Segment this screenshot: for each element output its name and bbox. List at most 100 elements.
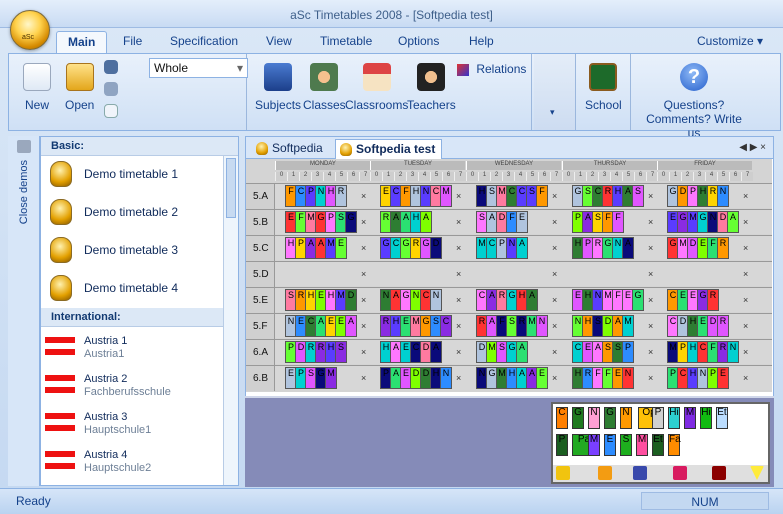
palette-card[interactable]: N: [588, 407, 600, 429]
lesson-card[interactable]: F: [612, 211, 624, 233]
tab-softpedia[interactable]: Softpedia: [252, 139, 329, 159]
close-icon[interactable]: ×: [552, 243, 557, 253]
close-icon[interactable]: ×: [361, 269, 366, 279]
palette-card[interactable]: P: [556, 434, 568, 456]
palette-card[interactable]: Et: [652, 434, 664, 456]
palette-card[interactable]: M: [588, 434, 600, 456]
lesson-card[interactable]: A: [345, 315, 357, 337]
close-icon[interactable]: ×: [361, 191, 366, 201]
printer-icon[interactable]: [17, 140, 31, 153]
timetable-grid[interactable]: MONDAY 0 1 2 3 4 5 6 7 TUESDAY 0 1 2 3 4 5 6 7 WEDNESDAY 0 1…: [246, 159, 772, 392]
lesson-card[interactable]: R: [717, 315, 729, 337]
palette-card[interactable]: G: [604, 407, 616, 429]
lesson-card[interactable]: E: [335, 237, 347, 259]
close-icon[interactable]: ×: [361, 373, 366, 383]
international-item[interactable]: Austria 3 Hauptschule1: [41, 403, 238, 441]
lesson-card[interactable]: C: [440, 315, 452, 337]
lesson-card[interactable]: A: [727, 211, 739, 233]
close-icon[interactable]: ×: [456, 217, 461, 227]
class-row[interactable]: 6.B E P S G M × P A E D D H N × N G M H A A E × H R F F E N × P C H N P E ×: [246, 365, 772, 391]
close-icon[interactable]: ×: [743, 269, 748, 279]
palette-card[interactable]: G: [572, 407, 584, 429]
lesson-card[interactable]: A: [526, 289, 538, 311]
lesson-card[interactable]: N: [536, 315, 548, 337]
room-icon[interactable]: [673, 466, 687, 480]
customize-menu[interactable]: Customize ▾: [697, 34, 763, 48]
triangle-icon[interactable]: [750, 466, 764, 480]
palette-card[interactable]: M: [684, 407, 696, 429]
close-icon[interactable]: ×: [648, 373, 653, 383]
lesson-card[interactable]: A: [420, 211, 432, 233]
lesson-card[interactable]: N: [717, 185, 729, 207]
close-icon[interactable]: ×: [648, 243, 653, 253]
close-icon[interactable]: ×: [361, 321, 366, 331]
close-icon[interactable]: ×: [552, 321, 557, 331]
international-item[interactable]: Austria 4 Hauptschule2: [41, 441, 238, 479]
lesson-card[interactable]: D: [345, 289, 357, 311]
lesson-card[interactable]: A: [516, 237, 528, 259]
lesson-card[interactable]: F: [536, 185, 548, 207]
lesson-card[interactable]: R: [707, 289, 719, 311]
teacher-icon[interactable]: [598, 466, 612, 480]
save-icon[interactable]: [104, 60, 118, 74]
subject-icon[interactable]: [556, 466, 570, 480]
palette-card[interactable]: E: [604, 434, 616, 456]
close-icon[interactable]: ×: [743, 295, 748, 305]
close-icon[interactable]: ×: [361, 295, 366, 305]
close-icon[interactable]: ×: [361, 243, 366, 253]
lesson-card[interactable]: G: [345, 211, 357, 233]
close-icon[interactable]: ×: [552, 217, 557, 227]
application-menu-button[interactable]: [10, 10, 50, 50]
lesson-card[interactable]: E: [536, 367, 548, 389]
palette-card[interactable]: C: [556, 407, 568, 429]
lesson-card[interactable]: D: [430, 237, 442, 259]
close-icon[interactable]: ×: [552, 373, 557, 383]
close-icon[interactable]: ×: [361, 347, 366, 357]
lesson-card[interactable]: N: [430, 289, 442, 311]
lesson-card[interactable]: M: [622, 315, 634, 337]
class-row[interactable]: 5.C H P A A M E × G C G R G D × M C P N A × H P R G N A × G M D E F R ×: [246, 235, 772, 261]
palette-card[interactable]: S: [620, 434, 632, 456]
close-icon[interactable]: ×: [648, 269, 653, 279]
close-icon[interactable]: ×: [743, 347, 748, 357]
close-icon[interactable]: ×: [552, 191, 557, 201]
class-icon[interactable]: [633, 466, 647, 480]
lesson-card[interactable]: A: [516, 341, 528, 363]
demo-scrollbar[interactable]: [223, 156, 238, 485]
lesson-card[interactable]: E: [516, 211, 528, 233]
palette-card[interactable]: N: [620, 407, 632, 429]
palette-card[interactable]: M: [636, 434, 648, 456]
school-button[interactable]: School: [585, 63, 622, 112]
class-row[interactable]: 5.E S R H E H M D × N A G N C N × C A R G H A × E H N M F E G × C E E G R ×: [246, 287, 772, 313]
subjects-button[interactable]: Subjects: [255, 63, 301, 112]
tab-specification[interactable]: Specification: [170, 34, 238, 48]
lesson-card[interactable]: S: [335, 341, 347, 363]
tab-softpedia-test[interactable]: Softpedia test: [335, 139, 443, 159]
tab-view[interactable]: View: [266, 34, 292, 48]
close-icon[interactable]: ×: [456, 321, 461, 331]
demo-item[interactable]: Demo timetable 1: [41, 156, 238, 194]
close-icon[interactable]: ×: [456, 191, 461, 201]
close-demos-button[interactable]: Close demos: [18, 160, 30, 224]
tab-controls[interactable]: ◀ ▶ ×: [739, 142, 766, 153]
palette-card[interactable]: Fa: [668, 434, 681, 456]
close-icon[interactable]: ×: [648, 295, 653, 305]
lesson-card[interactable]: N: [440, 367, 452, 389]
lesson-card[interactable]: N: [727, 341, 739, 363]
lesson-card[interactable]: R: [717, 237, 729, 259]
close-icon[interactable]: ×: [456, 243, 461, 253]
palette-card[interactable]: Hi: [700, 407, 712, 429]
palette-card[interactable]: P: [652, 407, 664, 429]
close-icon[interactable]: ×: [456, 269, 461, 279]
close-icon[interactable]: ×: [456, 347, 461, 357]
open-button[interactable]: Open: [65, 63, 94, 112]
lesson-card[interactable]: R: [335, 185, 347, 207]
close-icon[interactable]: ×: [743, 321, 748, 331]
close-icon[interactable]: ×: [552, 295, 557, 305]
lesson-card[interactable]: G: [632, 289, 644, 311]
close-icon[interactable]: ×: [648, 321, 653, 331]
class-row[interactable]: 5.A F C P N H R × E C F H N C M × H S M C C S F × G S C R H A S × G D P H R N…: [246, 183, 772, 209]
close-icon[interactable]: ×: [743, 191, 748, 201]
teachers-button[interactable]: Teachers: [407, 63, 456, 112]
tab-timetable[interactable]: Timetable: [320, 34, 372, 48]
